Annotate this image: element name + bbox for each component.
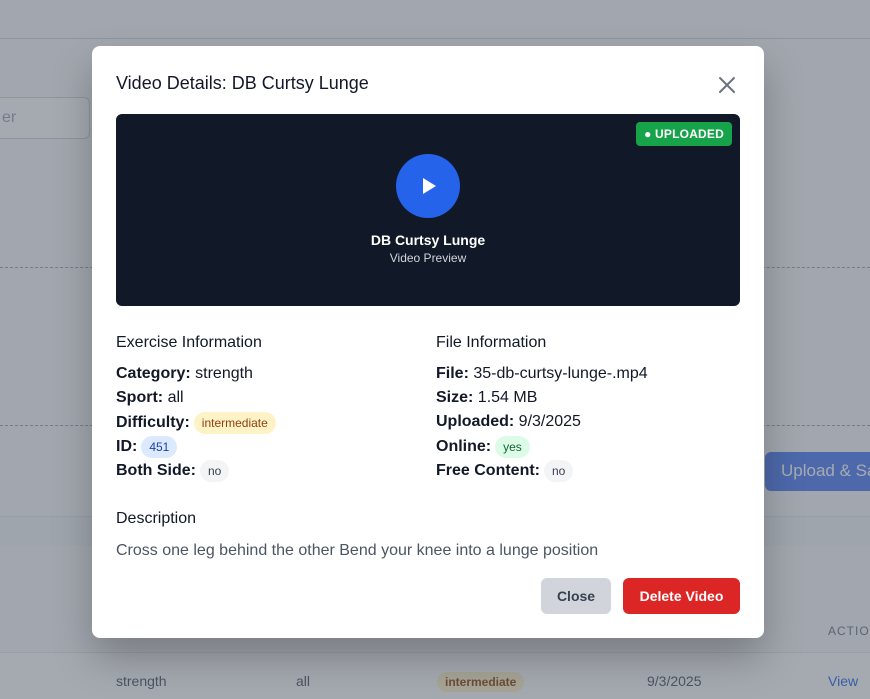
- free-content-label: Free Content:: [436, 462, 540, 480]
- category-line: Category: strength: [116, 364, 253, 388]
- sport-line: Sport: all: [116, 388, 184, 412]
- video-preview: ● UPLOADED DB Curtsy Lunge Video Preview: [116, 114, 740, 306]
- video-subtitle: Video Preview: [389, 251, 467, 265]
- id-line: ID: 451: [116, 436, 178, 460]
- close-button[interactable]: Close: [541, 578, 611, 614]
- close-icon[interactable]: [716, 74, 738, 96]
- uploaded-line: Uploaded: 9/3/2025: [436, 412, 581, 436]
- difficulty-badge: intermediate: [193, 412, 276, 434]
- sport-label: Sport:: [116, 389, 164, 406]
- id-badge: 451: [141, 436, 178, 458]
- description-heading: Description: [116, 510, 197, 527]
- category-value: strength: [195, 365, 253, 382]
- free-content-badge: no: [544, 460, 574, 482]
- description-text: Cross one leg behind the other Bend your…: [116, 542, 599, 559]
- category-label: Category:: [116, 365, 191, 382]
- delete-video-button[interactable]: Delete Video: [623, 578, 740, 614]
- id-label: ID:: [116, 438, 138, 456]
- video-title: DB Curtsy Lunge: [370, 232, 486, 248]
- exercise-info-heading: Exercise Information: [116, 334, 262, 351]
- video-details-modal: Video Details: DB Curtsy Lunge ● UPLOADE…: [92, 46, 764, 638]
- modal-title: Video Details: DB Curtsy Lunge: [116, 73, 369, 93]
- file-line: File: 35-db-curtsy-lunge-.mp4: [436, 364, 648, 388]
- difficulty-label: Difficulty:: [116, 414, 190, 432]
- both-side-label: Both Side:: [116, 462, 196, 480]
- uploaded-value: 9/3/2025: [518, 413, 581, 430]
- online-badge: yes: [495, 436, 530, 458]
- uploaded-status-badge: ● UPLOADED: [636, 122, 732, 146]
- size-value: 1.54 MB: [477, 389, 538, 406]
- play-icon: [423, 178, 436, 194]
- file-value: 35-db-curtsy-lunge-.mp4: [473, 365, 648, 382]
- size-label: Size:: [436, 389, 474, 406]
- file-label: File:: [436, 365, 469, 382]
- free-content-line: Free Content: no: [436, 460, 574, 484]
- play-button[interactable]: [396, 154, 460, 218]
- difficulty-line: Difficulty: intermediate: [116, 412, 276, 436]
- file-info-heading: File Information: [436, 334, 547, 351]
- sport-value: all: [167, 389, 184, 406]
- online-line: Online: yes: [436, 436, 530, 460]
- uploaded-label: Uploaded:: [436, 413, 515, 430]
- both-side-badge: no: [200, 460, 230, 482]
- online-label: Online:: [436, 438, 492, 456]
- size-line: Size: 1.54 MB: [436, 388, 537, 412]
- both-side-line: Both Side: no: [116, 460, 230, 484]
